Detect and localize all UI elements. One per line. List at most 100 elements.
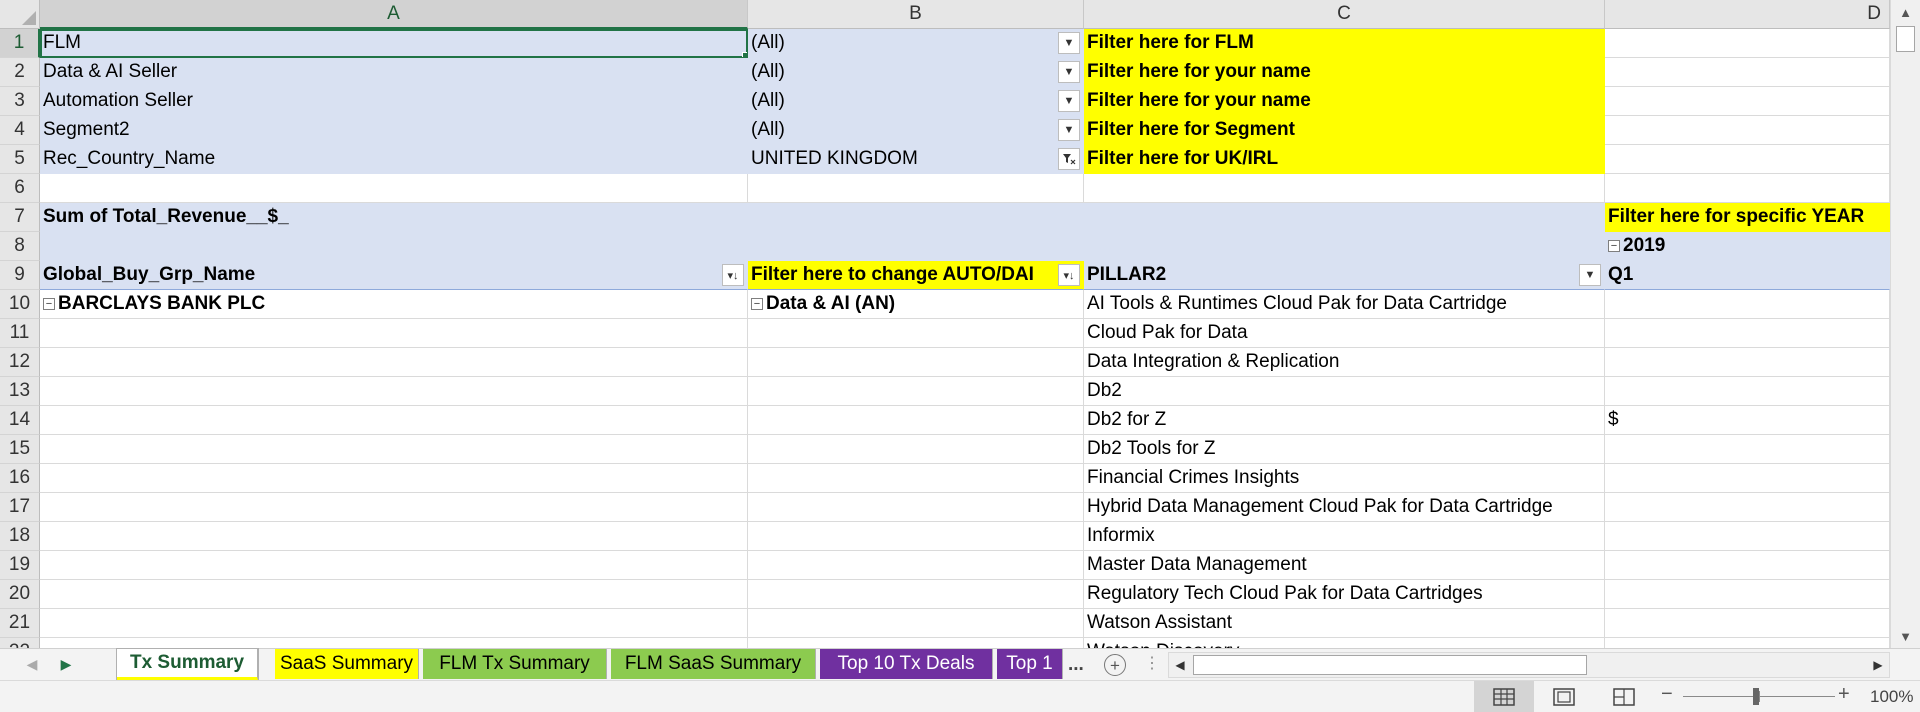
sort-filter-button-auto-dai[interactable]: ▾↓ [1058, 264, 1080, 286]
cell-a21[interactable] [40, 609, 748, 638]
sheet-tab[interactable]: Top 10 Tx Deals [820, 649, 993, 679]
sheet-tab[interactable]: SaaS Summary [275, 649, 419, 679]
next-sheet-button[interactable]: ▶ [52, 649, 80, 680]
row-header-10[interactable]: 10 [0, 290, 40, 319]
pillar-item[interactable]: Db2 [1084, 377, 1605, 406]
subgroup-row-data-ai[interactable]: − Data & AI (AN) [748, 290, 1084, 319]
cell-d2[interactable] [1605, 58, 1890, 87]
filter-note-flm[interactable]: Filter here for FLM [1084, 29, 1605, 58]
filter-dropdown-country[interactable] [1058, 148, 1080, 170]
pillar-item[interactable]: Financial Crimes Insights [1084, 464, 1605, 493]
row-header-17[interactable]: 17 [0, 493, 40, 522]
q1-value-cell[interactable]: $ [1605, 406, 1890, 435]
cell-b21[interactable] [748, 609, 1084, 638]
vertical-scroll-thumb[interactable] [1896, 26, 1915, 52]
pillar-item[interactable]: Watson Assistant [1084, 609, 1605, 638]
scroll-right-button[interactable]: ▶ [1867, 653, 1889, 677]
sort-filter-button-global-buy-group[interactable]: ▾↓ [722, 264, 744, 286]
row-header-21[interactable]: 21 [0, 609, 40, 638]
pillar-item[interactable]: Informix [1084, 522, 1605, 551]
cell-b12[interactable] [748, 348, 1084, 377]
pillar-item[interactable]: Cloud Pak for Data [1084, 319, 1605, 348]
row-header-2[interactable]: 2 [0, 58, 40, 87]
filter-dropdown-flm[interactable]: ▼ [1058, 32, 1080, 54]
filter-note-data-ai-seller[interactable]: Filter here for your name [1084, 58, 1605, 87]
q1-value-cell[interactable] [1605, 435, 1890, 464]
row-header-19[interactable]: 19 [0, 551, 40, 580]
cell-a6[interactable] [40, 174, 748, 203]
pillar-item[interactable]: Db2 Tools for Z [1084, 435, 1605, 464]
row-header-16[interactable]: 16 [0, 464, 40, 493]
filter-value-data-ai-seller[interactable]: (All) [748, 58, 1084, 87]
pillar-item[interactable]: Db2 for Z [1084, 406, 1605, 435]
filter-value-segment2[interactable]: (All) [748, 116, 1084, 145]
pillar-item[interactable]: AI Tools & Runtimes Cloud Pak for Data C… [1084, 290, 1605, 319]
row-field-pillar2[interactable]: PILLAR2 [1084, 261, 1605, 290]
pivot-year-header[interactable]: −2019 [1605, 232, 1890, 261]
tab-splitter-handle[interactable]: ⋮ [1144, 653, 1160, 673]
row-header-9[interactable]: 9 [0, 261, 40, 290]
q1-value-cell[interactable] [1605, 522, 1890, 551]
column-header-b[interactable]: B [748, 0, 1084, 29]
scroll-up-button[interactable]: ▲ [1891, 0, 1920, 24]
column-header-a[interactable]: A [40, 0, 748, 29]
cell-d4[interactable] [1605, 116, 1890, 145]
sheet-tab[interactable]: Tx Summary [117, 649, 258, 680]
column-field-q1[interactable]: Q1 [1605, 261, 1890, 290]
cell-b18[interactable] [748, 522, 1084, 551]
row-header-8[interactable]: 8 [0, 232, 40, 261]
sheet-tab[interactable]: FLM SaaS Summary [611, 649, 816, 679]
row-header-7[interactable]: 7 [0, 203, 40, 232]
filter-value-automation-seller[interactable]: (All) [748, 87, 1084, 116]
cell-d3[interactable] [1605, 87, 1890, 116]
cell-b13[interactable] [748, 377, 1084, 406]
cell-b14[interactable] [748, 406, 1084, 435]
collapse-icon[interactable]: − [1608, 240, 1620, 252]
filter-dropdown-segment2[interactable]: ▼ [1058, 119, 1080, 141]
year-filter-note[interactable]: Filter here for specific YEAR [1605, 203, 1890, 232]
page-break-view-button[interactable] [1594, 681, 1654, 712]
column-header-c[interactable]: C [1084, 0, 1605, 29]
cell-b15[interactable] [748, 435, 1084, 464]
cell-b19[interactable] [748, 551, 1084, 580]
more-sheets-button[interactable]: ... [1068, 649, 1084, 680]
row-field-auto-dai[interactable]: Filter here to change AUTO/DAI [748, 261, 1084, 290]
cell-b22[interactable] [748, 638, 1084, 648]
row-header-4[interactable]: 4 [0, 116, 40, 145]
row-header-13[interactable]: 13 [0, 377, 40, 406]
zoom-out-button[interactable]: − [1661, 683, 1673, 706]
q1-value-cell[interactable] [1605, 580, 1890, 609]
row-header-20[interactable]: 20 [0, 580, 40, 609]
row-header-15[interactable]: 15 [0, 435, 40, 464]
cell-a12[interactable] [40, 348, 748, 377]
row-header-3[interactable]: 3 [0, 87, 40, 116]
row-header-18[interactable]: 18 [0, 522, 40, 551]
row-header-11[interactable]: 11 [0, 319, 40, 348]
cell-a16[interactable] [40, 464, 748, 493]
spreadsheet-grid[interactable]: A B C D 1 2 3 4 5 6 7 8 9 10 11 12 13 14 15 16 17 18 19 20 2… [0, 0, 1890, 648]
cell-d6[interactable] [1605, 174, 1890, 203]
cell-d5[interactable] [1605, 145, 1890, 174]
cell-a19[interactable] [40, 551, 748, 580]
cell-b6[interactable] [748, 174, 1084, 203]
add-sheet-button[interactable]: + [1104, 654, 1126, 676]
q1-value-cell[interactable] [1605, 638, 1890, 648]
sheet-tab[interactable]: FLM Tx Summary [423, 649, 607, 679]
cell-a13[interactable] [40, 377, 748, 406]
filter-dropdown-automation-seller[interactable]: ▼ [1058, 90, 1080, 112]
q1-value-cell[interactable] [1605, 377, 1890, 406]
filter-label-segment2[interactable]: Segment2 [40, 116, 748, 145]
pillar-item[interactable]: Watson Discovery [1084, 638, 1605, 648]
cell-a15[interactable] [40, 435, 748, 464]
row-field-global-buy-group[interactable]: Global_Buy_Grp_Name [40, 261, 748, 290]
q1-value-cell[interactable] [1605, 609, 1890, 638]
cell-a22[interactable] [40, 638, 748, 648]
row-header-12[interactable]: 12 [0, 348, 40, 377]
filter-button-pillar2[interactable]: ▼ [1579, 264, 1601, 286]
scroll-left-button[interactable]: ◀ [1169, 653, 1191, 677]
page-layout-view-button[interactable] [1534, 681, 1594, 712]
cell-a11[interactable] [40, 319, 748, 348]
q1-value-cell[interactable] [1605, 319, 1890, 348]
pillar-item[interactable]: Regulatory Tech Cloud Pak for Data Cartr… [1084, 580, 1605, 609]
zoom-level[interactable]: 100% [1870, 681, 1913, 712]
